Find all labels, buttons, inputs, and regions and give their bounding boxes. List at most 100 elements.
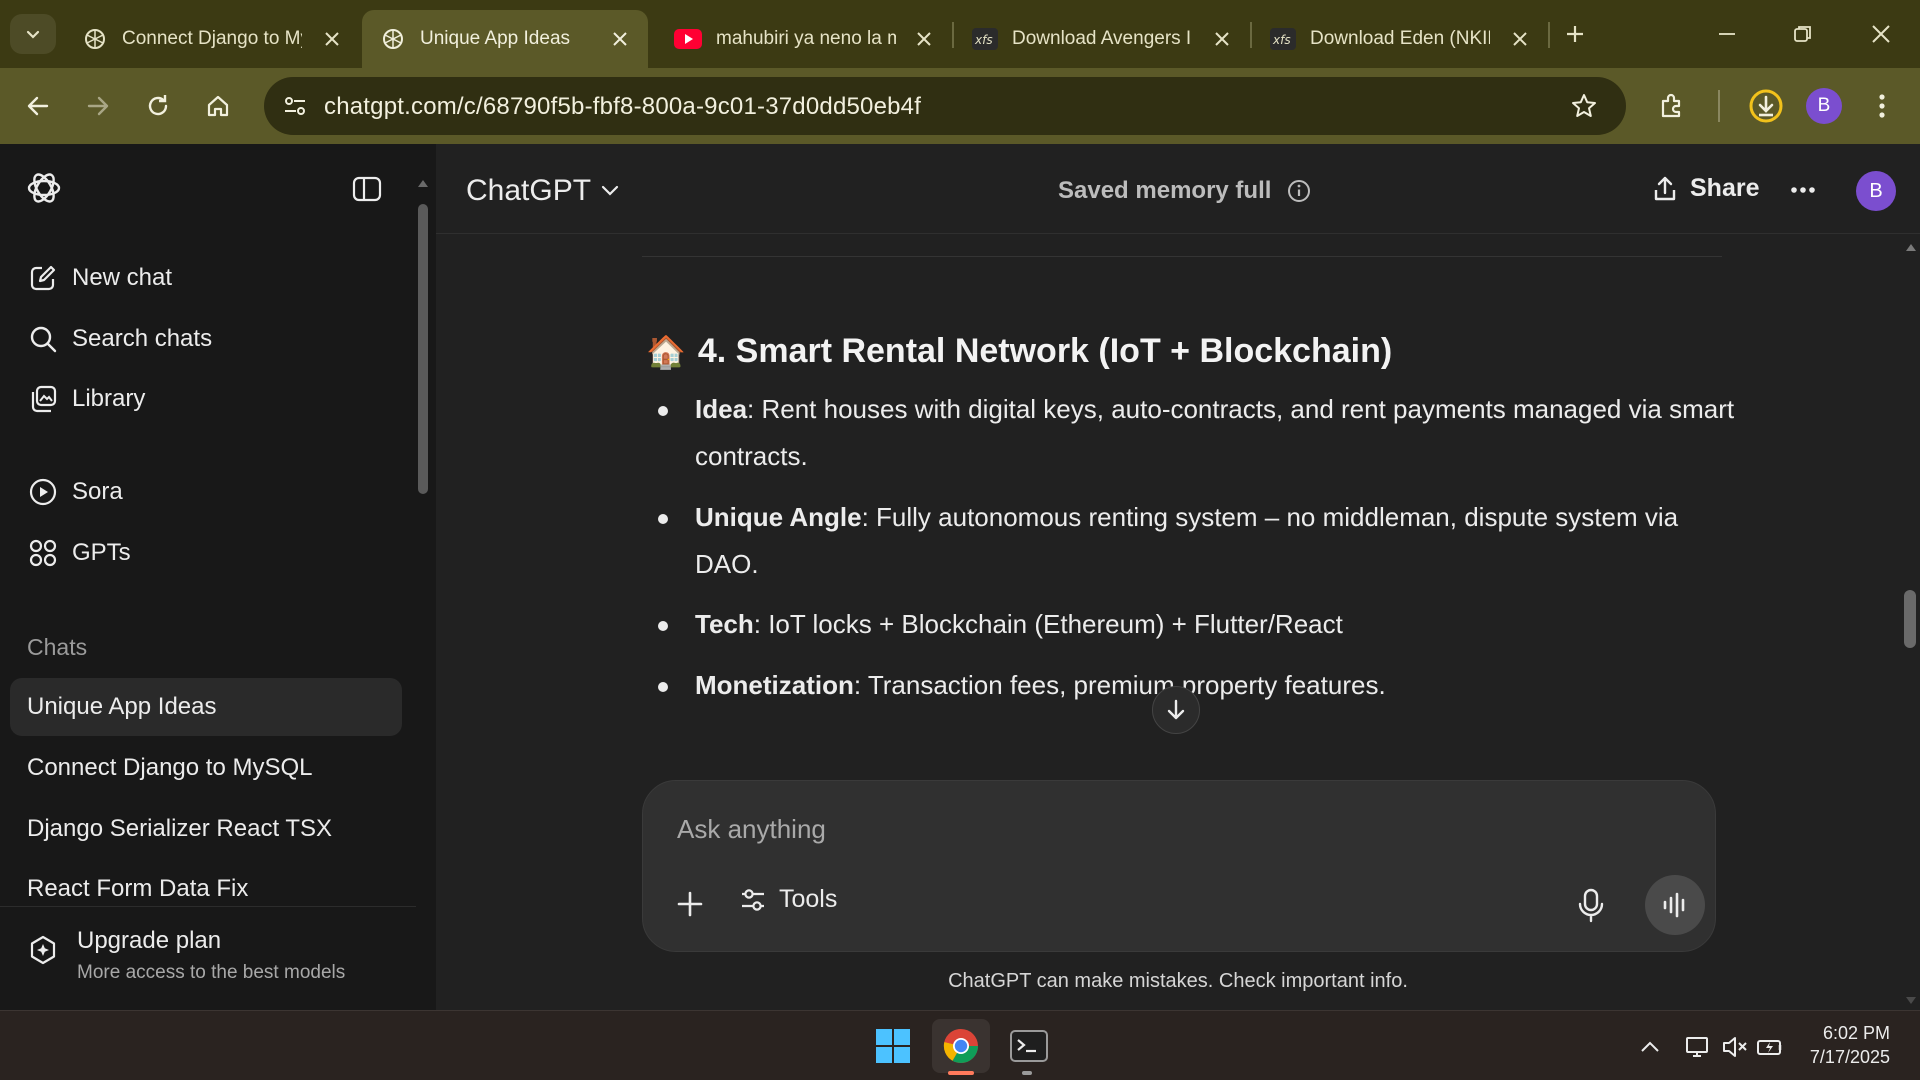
close-icon[interactable]	[1212, 29, 1232, 49]
svg-text:xfs: xfs	[1272, 33, 1291, 47]
sidebar-item-gpts[interactable]: GPTs	[28, 533, 131, 573]
sidebar-item-search-chats[interactable]: Search chats	[28, 319, 212, 359]
xfs-icon: xfs	[972, 28, 998, 50]
browser-tab-active[interactable]: Unique App Ideas	[362, 10, 648, 68]
sidebar-item-new-chat[interactable]: New chat	[28, 258, 172, 298]
main-scrollbar[interactable]	[1900, 242, 1920, 1010]
house-emoji-icon: 🏠	[646, 333, 686, 370]
list-item: Tech: IoT locks + Blockchain (Ethereum) …	[658, 601, 1748, 648]
close-window-button[interactable]	[1858, 14, 1904, 54]
home-button[interactable]	[198, 86, 238, 126]
plus-icon[interactable]	[673, 887, 707, 921]
home-icon	[207, 95, 229, 117]
grid-icon	[29, 539, 57, 567]
system-clock[interactable]: 6:02 PM 7/17/2025	[1800, 1021, 1890, 1069]
tools-label: Tools	[779, 885, 838, 913]
tab-search-button[interactable]	[10, 14, 56, 54]
chats-section-label: Chats	[27, 634, 88, 660]
start-button[interactable]	[864, 1019, 922, 1073]
chrome-icon	[943, 1028, 978, 1063]
scroll-up-icon	[1906, 244, 1916, 251]
battery-charging-icon[interactable]	[1756, 1033, 1784, 1061]
more-options-icon[interactable]	[1790, 186, 1816, 194]
disclaimer-text: ChatGPT can make mistakes. Check importa…	[948, 970, 1408, 992]
running-app-indicator	[1022, 1071, 1032, 1075]
browser-tab[interactable]: Connect Django to MySQL	[64, 10, 360, 68]
chat-item-django-serializer[interactable]: Django Serializer React TSX	[10, 800, 402, 858]
chevron-up-icon[interactable]	[1636, 1033, 1664, 1061]
taskbar-terminal[interactable]	[1000, 1019, 1058, 1073]
youtube-icon	[674, 29, 702, 49]
sidebar-toggle-icon[interactable]	[352, 176, 382, 202]
chat-item-unique-app-ideas[interactable]: Unique App Ideas	[10, 678, 402, 736]
microphone-icon[interactable]	[1571, 885, 1611, 925]
extensions-button[interactable]	[1652, 86, 1692, 126]
bullet-dot	[658, 406, 668, 416]
plus-icon	[1567, 26, 1583, 42]
edit-icon	[30, 265, 56, 291]
info-icon[interactable]	[1287, 179, 1311, 203]
bookmark-star-icon[interactable]	[1570, 92, 1598, 120]
browser-profile-avatar[interactable]: B	[1806, 88, 1842, 124]
taskbar-chrome[interactable]	[932, 1019, 990, 1073]
kebab-menu-icon	[1879, 94, 1885, 118]
close-icon[interactable]	[610, 29, 630, 49]
chatgpt-logo-icon[interactable]	[24, 168, 64, 208]
scrollbar-thumb[interactable]	[1904, 590, 1916, 648]
clock-time: 6:02 PM	[1822, 1023, 1890, 1043]
sidebar-item-label: Search chats	[72, 325, 213, 352]
upgrade-plan-button[interactable]: Upgrade plan More access to the best mod…	[0, 906, 416, 1010]
bullet-label: Monetization	[695, 670, 854, 700]
message-heading-text: 4. Smart Rental Network (IoT + Blockchai…	[697, 332, 1393, 370]
close-icon[interactable]	[322, 29, 342, 49]
speaker-muted-icon[interactable]	[1720, 1033, 1748, 1061]
list-item: Unique Angle: Fully autonomous renting s…	[658, 494, 1748, 588]
share-label: Share	[1690, 174, 1760, 202]
arrow-down-icon	[1167, 699, 1185, 720]
site-info-icon[interactable]	[282, 93, 308, 119]
main-panel: ChatGPT Saved memory full Share B 🏠 4. S…	[436, 144, 1920, 1010]
browser-tab[interactable]: xfs Download Eden (NKIRI)	[1252, 10, 1548, 68]
voice-mode-button[interactable]	[1645, 875, 1705, 935]
scroll-to-bottom-button[interactable]	[1152, 686, 1200, 734]
chatgpt-icon	[85, 29, 105, 49]
svg-text:xfs: xfs	[974, 33, 993, 47]
downloads-button[interactable]	[1744, 84, 1788, 128]
divider	[642, 256, 1722, 257]
browser-tab[interactable]: mahubiri ya neno la mungu	[656, 10, 952, 68]
prompt-input[interactable]	[677, 809, 1577, 849]
windows-logo-icon	[876, 1029, 910, 1063]
forward-button[interactable]	[78, 86, 118, 126]
scrollbar-thumb[interactable]	[418, 204, 428, 494]
sidebar-item-sora[interactable]: Sora	[28, 472, 123, 512]
restore-button[interactable]	[1780, 14, 1826, 54]
main-header: ChatGPT Saved memory full Share B	[436, 144, 1920, 234]
toolbar-separator	[1718, 90, 1720, 122]
upgrade-title: Upgrade plan	[77, 927, 222, 954]
network-icon[interactable]	[1684, 1033, 1712, 1061]
share-button[interactable]: Share	[1652, 174, 1759, 203]
model-name: ChatGPT	[466, 174, 592, 207]
list-item: Idea: Rent houses with digital keys, aut…	[658, 386, 1748, 480]
close-icon[interactable]	[1510, 29, 1530, 49]
xfs-icon: xfs	[1270, 28, 1296, 50]
user-avatar[interactable]: B	[1856, 171, 1896, 211]
chat-item-connect-django[interactable]: Connect Django to MySQL	[10, 739, 402, 797]
reload-button[interactable]	[138, 86, 178, 126]
new-tab-button[interactable]	[1552, 14, 1598, 54]
sidebar-item-label: GPTs	[72, 539, 131, 566]
sidebar-item-label: Library	[72, 385, 146, 412]
address-bar[interactable]: chatgpt.com/c/68790f5b-fbf8-800a-9c01-37…	[264, 77, 1626, 135]
scroll-up-icon	[418, 180, 428, 187]
tools-button[interactable]: Tools	[739, 885, 837, 914]
upgrade-subtitle: More access to the best models	[77, 962, 346, 983]
back-button[interactable]	[18, 86, 58, 126]
arrow-left-icon	[27, 96, 49, 116]
sidebar-scrollbar[interactable]	[416, 174, 430, 1028]
minimize-button[interactable]	[1704, 14, 1750, 54]
browser-tab[interactable]: xfs Download Avengers Infinity War	[954, 10, 1250, 68]
browser-menu-button[interactable]	[1862, 86, 1902, 126]
close-icon[interactable]	[914, 29, 934, 49]
model-selector[interactable]: ChatGPT	[466, 174, 619, 208]
sidebar-item-library[interactable]: Library	[28, 379, 145, 419]
